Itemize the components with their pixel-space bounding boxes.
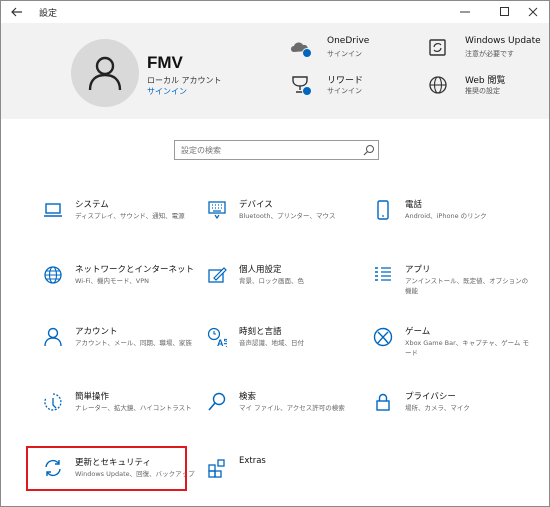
account-header: FMV ローカル アカウント サインイン OneDrive サインイン Wind… — [1, 23, 549, 119]
tile-title: デバイス — [239, 200, 273, 210]
tile-title: アプリ — [405, 265, 431, 275]
tile-description: Xbox Game Bar、キャプチャ、ゲーム モード — [405, 339, 529, 357]
globe-icon — [429, 76, 447, 94]
extras-icon — [208, 459, 225, 478]
account-type: ローカル アカウント — [147, 76, 222, 85]
onedrive-title: OneDrive — [327, 36, 370, 46]
web-browsing-subtitle: 推奨の設定 — [465, 87, 500, 95]
privacy-lock-icon — [376, 393, 390, 411]
tile-gaming[interactable]: ゲーム Xbox Game Bar、キャプチャ、ゲーム モード — [373, 325, 533, 369]
tile-time-language[interactable]: A字 時刻と言語 音声認識、地域、日付 — [207, 325, 367, 369]
tile-system[interactable]: システム ディスプレイ、サウンド、通知、電源 — [43, 198, 203, 242]
maximize-button[interactable] — [491, 1, 519, 23]
tile-personalization[interactable]: 個人用設定 背景、ロック画面、色 — [207, 263, 367, 307]
tile-description: Bluetooth、プリンター、マウス — [239, 212, 336, 220]
tile-title: 個人用設定 — [239, 265, 282, 275]
svg-text:A字: A字 — [217, 337, 227, 347]
tile-extras[interactable]: Extras — [207, 456, 367, 500]
tile-phone[interactable]: 電話 Android、iPhone のリンク — [373, 198, 533, 242]
back-button[interactable] — [5, 1, 29, 23]
tile-devices[interactable]: デバイス Bluetooth、プリンター、マウス — [207, 198, 367, 242]
tile-description: 音声認識、地域、日付 — [239, 339, 304, 347]
search-icon[interactable] — [363, 144, 375, 156]
tile-title: Extras — [239, 456, 266, 466]
tile-title: システム — [75, 200, 109, 210]
tile-description: Wi-Fi、機内モード、VPN — [75, 277, 149, 285]
tile-description: マイ ファイル、アクセス許可の検索 — [239, 404, 345, 412]
user-name: FMV — [147, 53, 183, 72]
windows-update-title: Windows Update — [465, 36, 541, 46]
tile-search[interactable]: 検索 マイ ファイル、アクセス許可の検索 — [207, 390, 367, 434]
person-avatar-icon — [88, 56, 122, 91]
tile-network[interactable]: ネットワークとインターネット Wi-Fi、機内モード、VPN — [43, 263, 203, 307]
phone-icon — [377, 200, 389, 220]
settings-search[interactable] — [174, 140, 379, 160]
ease-of-access-icon — [44, 393, 62, 411]
minimize-button[interactable] — [451, 1, 479, 23]
search-magnifier-icon — [208, 392, 226, 411]
person-icon — [44, 327, 62, 347]
maximize-icon — [500, 7, 509, 16]
time-language-icon: A字 — [207, 327, 227, 347]
tile-apps[interactable]: アプリ アンインストール、既定値、オプションの機能 — [373, 263, 533, 307]
tile-description: 背景、ロック画面、色 — [239, 277, 304, 285]
tile-description: ナレーター、拡大鏡、ハイコントラスト — [75, 404, 192, 412]
tile-title: 時刻と言語 — [239, 327, 282, 337]
apps-list-icon — [375, 267, 391, 281]
keyboard-icon — [208, 201, 226, 220]
tile-accounts[interactable]: アカウント アカウント、メール、同期、職場、家族 — [43, 325, 203, 369]
laptop-icon — [44, 203, 62, 217]
signin-link[interactable]: サインイン — [147, 86, 187, 97]
rewards-title: リワード — [327, 76, 364, 86]
web-browsing-title: Web 閲覧 — [465, 76, 506, 86]
tile-title: 電話 — [405, 200, 423, 210]
close-button[interactable] — [519, 1, 547, 23]
tile-title: ネットワークとインターネット — [75, 265, 195, 275]
tile-title: アカウント — [75, 327, 118, 337]
personalization-icon — [208, 267, 227, 283]
tile-description: Android、iPhone のリンク — [405, 212, 487, 220]
tile-privacy[interactable]: プライバシー 場所、カメラ、マイク — [373, 390, 533, 434]
tile-description: ディスプレイ、サウンド、通知、電源 — [75, 212, 185, 220]
xbox-icon — [373, 327, 393, 347]
tile-title: プライバシー — [405, 392, 456, 402]
tile-description: アンインストール、既定値、オプションの機能 — [405, 277, 529, 295]
avatar[interactable] — [71, 39, 139, 107]
settings-window: 設定 FMV ローカル アカウント サインイン OneDrive サインイン W… — [0, 0, 550, 507]
windows-update-icon — [429, 39, 446, 56]
rewards-subtitle: サインイン — [327, 87, 362, 95]
tile-title: 検索 — [239, 392, 257, 402]
tile-description: 場所、カメラ、マイク — [405, 404, 470, 412]
network-globe-icon — [44, 266, 62, 284]
tile-title: ゲーム — [405, 327, 431, 337]
notification-dot — [302, 86, 312, 96]
search-input[interactable] — [175, 141, 355, 159]
arrow-left-icon — [11, 7, 22, 17]
tile-title: 簡単操作 — [75, 392, 110, 402]
tile-description: アカウント、メール、同期、職場、家族 — [75, 339, 192, 347]
notification-dot — [302, 48, 312, 58]
tile-ease-of-access[interactable]: 簡単操作 ナレーター、拡大鏡、ハイコントラスト — [43, 390, 203, 434]
minimize-icon — [460, 11, 470, 13]
highlight-box — [26, 446, 187, 491]
close-icon — [528, 7, 538, 17]
window-title: 設定 — [39, 9, 58, 19]
windows-update-subtitle: 注意が必要です — [465, 50, 514, 58]
onedrive-subtitle: サインイン — [327, 50, 362, 58]
title-bar: 設定 — [1, 1, 549, 23]
